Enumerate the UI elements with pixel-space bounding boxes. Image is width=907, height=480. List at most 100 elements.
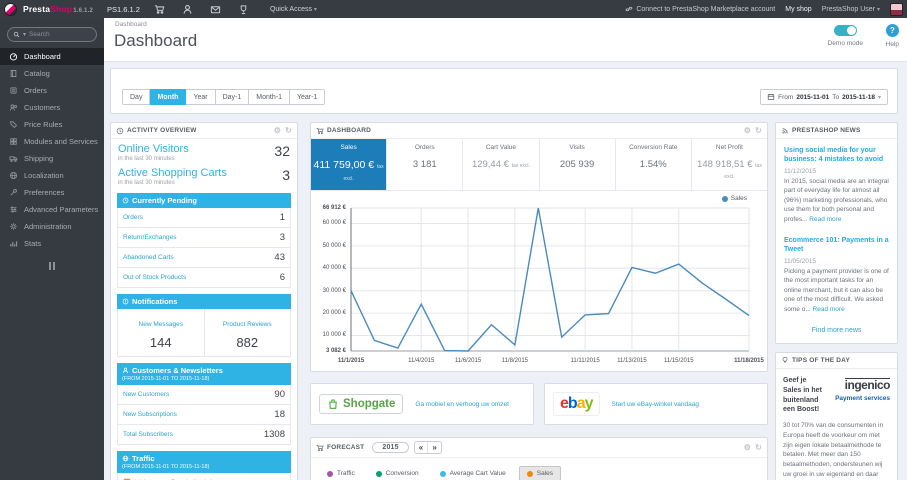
table-row: Total Subscribers 1308 (123, 429, 285, 440)
panel-title: TIPS OF THE DAY (792, 356, 851, 364)
panel-refresh-icon[interactable]: ↻ (755, 126, 762, 135)
user-avatar[interactable] (890, 2, 903, 16)
help-icon[interactable]: ? (885, 24, 899, 37)
google-analytics-row: Link to your Google Analytics account (117, 473, 291, 480)
prestashop-news-panel: PRESTASHOP NEWS Using social media for y… (775, 122, 898, 344)
cart-icon[interactable] (152, 4, 168, 15)
panel-refresh-icon[interactable]: ↻ (755, 443, 762, 452)
messages-icon[interactable] (208, 4, 224, 15)
kpi-visits[interactable]: Visits 205 939 (540, 139, 616, 190)
chart-legend[interactable]: Sales (721, 195, 747, 202)
sidebar-item-stats[interactable]: Stats (0, 235, 104, 252)
my-shop-link[interactable]: My shop (785, 6, 811, 13)
tab-year-1[interactable]: Year-1 (289, 89, 326, 105)
panel-refresh-icon[interactable]: ↻ (285, 126, 292, 135)
tab-year[interactable]: Year (186, 89, 216, 105)
toggle-conversion[interactable]: Conversion (368, 466, 427, 480)
sidebar-item-shipping[interactable]: Shipping (0, 150, 104, 167)
sidebar-item-price-rules[interactable]: Price Rules (0, 116, 104, 133)
panel-settings-icon[interactable]: ⚙ (744, 443, 751, 452)
demo-mode-label: Demo mode (827, 40, 863, 47)
sidebar-item-preferences[interactable]: Preferences (0, 184, 104, 201)
link-icon (625, 6, 633, 12)
kpi-cart-value[interactable]: Cart Value 129,44 € tax excl. (463, 139, 540, 190)
ebay-link[interactable]: Start uw eBay-winkel vandaag (612, 401, 699, 408)
user-menu[interactable]: PrestaShop User ▾ (822, 6, 880, 13)
new-customers-link[interactable]: New Customers (123, 391, 169, 398)
badges-icon[interactable] (236, 4, 252, 15)
read-more-link[interactable]: Read more (809, 216, 841, 223)
panel-settings-icon[interactable]: ⚙ (274, 126, 281, 135)
caret-down-icon: ▾ (876, 6, 880, 13)
breadcrumb[interactable]: Dashboard (115, 21, 147, 28)
sliders-icon (10, 206, 17, 213)
globe-icon (122, 455, 129, 462)
page-title: Dashboard (114, 31, 198, 50)
news-article: Using social media for your business: 4 … (784, 146, 889, 223)
new-messages-link[interactable]: New Messages (139, 321, 183, 328)
sidebar-search[interactable]: ▾ (7, 27, 97, 42)
date-tabs: Day Month Year Day-1 Month-1 Year-1 (122, 89, 326, 105)
ebay-logo[interactable]: ebay (553, 392, 600, 416)
forecast-next-button[interactable]: » (428, 442, 441, 453)
news-article-title[interactable]: Ecommerce 101: Payments in a Tweet (784, 236, 889, 255)
toggle-average-cart-value[interactable]: Average Cart Value (432, 466, 514, 480)
product-reviews-link[interactable]: Product Reviews (223, 321, 272, 328)
toggle-traffic[interactable]: Traffic (319, 466, 363, 480)
kpi-orders[interactable]: Orders 3 181 (387, 139, 464, 190)
demo-mode-toggle[interactable] (833, 25, 857, 36)
abandoned-carts-link[interactable]: Abandoned Carts (123, 254, 174, 261)
toggle-sales[interactable]: Sales (518, 466, 561, 480)
book-icon (10, 70, 17, 77)
customer-icon[interactable] (180, 4, 196, 15)
forecast-year[interactable]: 2015 (372, 442, 409, 453)
caret-down-icon: ▾ (877, 94, 881, 101)
tab-month[interactable]: Month (150, 89, 187, 105)
sidebar-item-localization[interactable]: Localization (0, 167, 104, 184)
collapse-sidebar-icon[interactable] (48, 262, 56, 270)
active-carts-link[interactable]: Active Shopping Carts (118, 167, 290, 179)
shopgate-link[interactable]: Ga mobiel en verhoog uw omzet (415, 401, 509, 408)
kpi-net-profit[interactable]: Net Profit 148 918,51 € tax excl. (692, 139, 767, 190)
marketplace-link[interactable]: Connect to PrestaShop Marketplace accoun… (625, 5, 775, 13)
panel-title: PRESTASHOP NEWS (792, 127, 861, 134)
returns-link[interactable]: Return/Exchanges (123, 234, 176, 241)
quick-access-menu[interactable]: Quick Access ▾ (270, 6, 317, 13)
sidebar-item-dashboard[interactable]: Dashboard (0, 48, 104, 65)
panel-title: FORECAST (327, 444, 365, 451)
read-more-link[interactable]: Read more (813, 306, 845, 313)
clock-icon (122, 197, 129, 204)
forecast-prev-button[interactable]: « (415, 442, 429, 453)
sidebar-item-catalog[interactable]: Catalog (0, 65, 104, 82)
panel-settings-icon[interactable]: ⚙ (744, 126, 751, 135)
dashboard-panel: DASHBOARD ⚙ ↻ Sales 411 759,00 € tax excl.… (310, 122, 768, 372)
new-subscriptions-link[interactable]: New Subscriptions (123, 411, 177, 418)
tips-of-the-day-panel: TIPS OF THE DAY Geef je Sales in het bui… (775, 351, 898, 480)
search-input[interactable] (29, 31, 90, 38)
tip-body: 30 tot 70% van de consumenten in Europa … (783, 422, 884, 478)
tab-day-1[interactable]: Day-1 (215, 89, 250, 105)
out-of-stock-link[interactable]: Out of Stock Products (123, 274, 186, 281)
sidebar-item-orders[interactable]: Orders (0, 82, 104, 99)
kpi-sales[interactable]: Sales 411 759,00 € tax excl. (311, 139, 388, 190)
news-article-title[interactable]: Using social media for your business: 4 … (784, 146, 889, 165)
gauge-icon (9, 53, 18, 61)
total-subscribers-link[interactable]: Total Subscribers (123, 431, 173, 438)
sidebar-item-customers[interactable]: Customers (0, 99, 104, 116)
sidebar-item-advanced-parameters[interactable]: Advanced Parameters (0, 201, 104, 218)
kpi-conversion-rate[interactable]: Conversion Rate 1.54% (616, 139, 692, 190)
customers-table: New Customers 90 New Subscriptions 18 Tota… (117, 385, 291, 445)
date-range-picker[interactable]: From 2015-11-01 To 2015-11-18 ▾ (760, 89, 888, 105)
cart-icon (316, 127, 324, 134)
sidebar-item-administration[interactable]: Administration (0, 218, 104, 235)
shopgate-logo[interactable]: Shopgate (319, 394, 404, 414)
caret-down-icon[interactable]: ▾ (23, 31, 26, 38)
online-visitors-link[interactable]: Online Visitors (118, 143, 290, 155)
chart-icon (10, 240, 18, 248)
sidebar-item-modules[interactable]: Modules and Services (0, 133, 104, 150)
orders-link[interactable]: Orders (123, 214, 143, 221)
find-more-news-link[interactable]: Find more news (784, 327, 889, 334)
legend-dot (721, 195, 728, 202)
tab-day[interactable]: Day (122, 89, 151, 105)
tab-month-1[interactable]: Month-1 (249, 89, 290, 105)
